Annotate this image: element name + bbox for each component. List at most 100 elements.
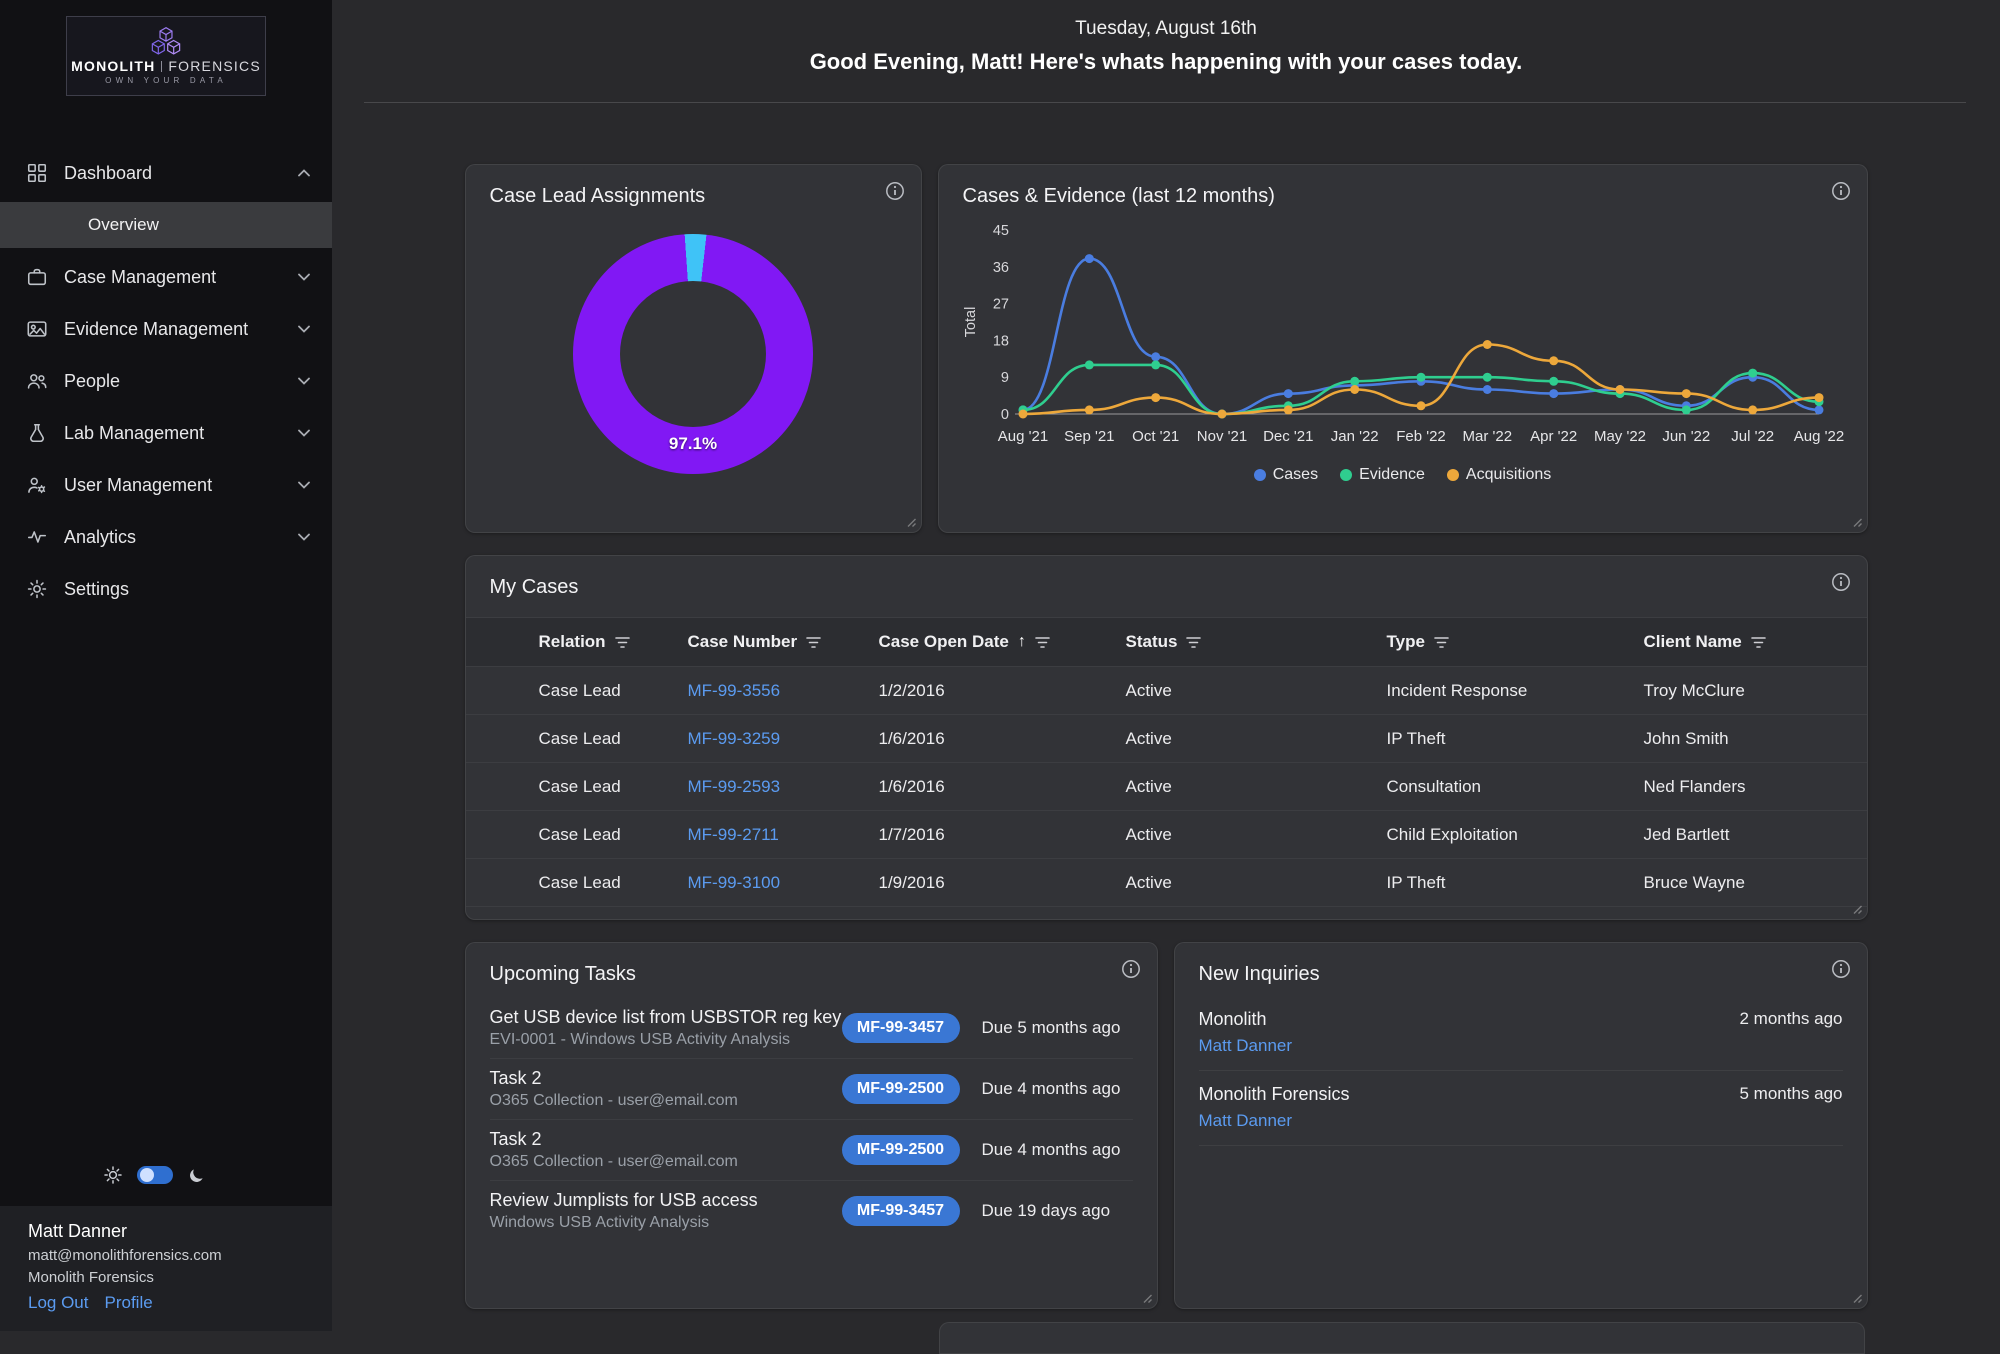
svg-text:Dec '21: Dec '21	[1263, 428, 1313, 445]
inquiry-time: 2 months ago	[1739, 1009, 1842, 1029]
profile-link[interactable]: Profile	[105, 1293, 153, 1313]
case-number-link[interactable]: MF-99-3100	[688, 873, 879, 893]
table-row[interactable]: Case Lead MF-99-3100 1/9/2016 Active IP …	[466, 859, 1867, 907]
filter-icon	[1434, 636, 1449, 649]
donut-chart[interactable]: 97.1%	[573, 234, 813, 474]
sidebar-item-lab-management[interactable]: Lab Management	[0, 410, 332, 456]
sidebar-item-label: Settings	[64, 579, 129, 600]
case-number-link[interactable]: MF-99-2711	[688, 825, 879, 845]
cell-type: Consultation	[1387, 777, 1644, 797]
info-icon[interactable]	[1121, 959, 1141, 979]
case-badge[interactable]: MF-99-2500	[842, 1074, 960, 1104]
info-icon[interactable]	[1831, 572, 1851, 592]
task-subtitle: EVI-0001 - Windows USB Activity Analysis	[490, 1031, 842, 1049]
cell-open-date: 1/6/2016	[879, 729, 1126, 749]
legend-item-evidence[interactable]: Evidence	[1340, 466, 1425, 484]
card-title: Upcoming Tasks	[466, 943, 1157, 986]
cell-open-date: 1/2/2016	[879, 681, 1126, 701]
sidebar-item-label: People	[64, 371, 120, 392]
sidebar-item-analytics[interactable]: Analytics	[0, 514, 332, 560]
info-icon[interactable]	[1831, 181, 1851, 201]
case-badge[interactable]: MF-99-3457	[842, 1013, 960, 1043]
column-header-type[interactable]: Type	[1387, 632, 1644, 652]
svg-text:Feb '22: Feb '22	[1396, 428, 1446, 445]
resize-grip-icon[interactable]	[1849, 514, 1863, 528]
sidebar-item-user-management[interactable]: User Management	[0, 462, 332, 508]
table-row[interactable]: Case Lead MF-99-2593 1/6/2016 Active Con…	[466, 763, 1867, 811]
sidebar-item-overview[interactable]: Overview	[0, 202, 332, 248]
user-email: matt@monolithforensics.com	[28, 1247, 304, 1264]
svg-text:36: 36	[992, 260, 1008, 276]
cell-client: Ned Flanders	[1644, 777, 1869, 797]
sidebar-item-settings[interactable]: Settings	[0, 566, 332, 612]
donut-percentage-label: 97.1%	[669, 434, 717, 454]
case-number-link[interactable]: MF-99-2593	[688, 777, 879, 797]
column-header-case-open-date[interactable]: Case Open Date↑	[879, 632, 1126, 652]
legend-item-cases[interactable]: Cases	[1254, 466, 1318, 484]
resize-grip-icon[interactable]	[1849, 901, 1863, 915]
theme-toggle[interactable]	[137, 1166, 173, 1184]
column-header-status[interactable]: Status	[1126, 632, 1387, 652]
svg-text:Total: Total	[963, 307, 979, 338]
briefcase-icon	[26, 266, 48, 288]
resize-grip-icon[interactable]	[903, 514, 917, 528]
inquiry-list: Monolith Matt Danner 2 months ago Monoli…	[1199, 996, 1843, 1146]
logout-link[interactable]: Log Out	[28, 1293, 89, 1313]
sidebar-bottom: Matt Danner matt@monolithforensics.com M…	[0, 1166, 332, 1331]
cell-relation: Case Lead	[539, 873, 688, 893]
task-row: Task 2 O365 Collection - user@email.com …	[490, 1120, 1133, 1181]
grid-icon	[26, 162, 48, 184]
table-row[interactable]: Case Lead MF-99-3556 1/2/2016 Active Inc…	[466, 667, 1867, 715]
cell-type: Child Exploitation	[1387, 825, 1644, 845]
resize-grip-icon[interactable]	[1849, 1290, 1863, 1304]
brand-tagline: OWN YOUR DATA	[105, 76, 227, 85]
cell-status: Active	[1126, 729, 1387, 749]
main-content: Tuesday, August 16th Good Evening, Matt!…	[332, 0, 2000, 1354]
filter-icon	[806, 636, 821, 649]
column-header-case-number[interactable]: Case Number	[688, 632, 879, 652]
inquiry-contact-link[interactable]: Matt Danner	[1199, 1036, 1293, 1056]
cell-status: Active	[1126, 777, 1387, 797]
cell-client: John Smith	[1644, 729, 1869, 749]
pulse-icon	[26, 526, 48, 548]
sidebar-item-evidence-management[interactable]: Evidence Management	[0, 306, 332, 352]
inquiry-time: 5 months ago	[1739, 1084, 1842, 1104]
line-chart: 0918273645TotalAug '21Sep '21Oct '21Nov …	[959, 214, 1845, 466]
svg-text:Sep '21: Sep '21	[1064, 428, 1114, 445]
case-badge[interactable]: MF-99-3457	[842, 1196, 960, 1226]
case-number-link[interactable]: MF-99-3556	[688, 681, 879, 701]
greeting-text: Good Evening, Matt! Here's whats happeni…	[332, 49, 2000, 75]
resize-grip-icon[interactable]	[1139, 1290, 1153, 1304]
card-title: My Cases	[466, 556, 1867, 599]
sidebar-item-case-management[interactable]: Case Management	[0, 254, 332, 300]
user-name: Matt Danner	[28, 1221, 304, 1242]
sidebar: MONOLITHFORENSICS OWN YOUR DATA Dashboar…	[0, 0, 332, 1331]
filter-icon	[615, 636, 630, 649]
info-icon[interactable]	[1831, 959, 1851, 979]
column-header-client-name[interactable]: Client Name	[1644, 632, 1869, 652]
task-title: Get USB device list from USBSTOR reg key	[490, 1007, 842, 1028]
cell-open-date: 1/7/2016	[879, 825, 1126, 845]
table-row[interactable]: Case Lead MF-99-3259 1/6/2016 Active IP …	[466, 715, 1867, 763]
inquiry-contact-link[interactable]: Matt Danner	[1199, 1111, 1350, 1131]
card-title: Cases & Evidence (last 12 months)	[939, 165, 1867, 208]
sidebar-item-label: Dashboard	[64, 163, 152, 184]
inquiry-row: Monolith Forensics Matt Danner 5 months …	[1199, 1071, 1843, 1146]
sidebar-item-label: Case Management	[64, 267, 216, 288]
legend-item-acquisitions[interactable]: Acquisitions	[1447, 466, 1551, 484]
case-badge[interactable]: MF-99-2500	[842, 1135, 960, 1165]
card-cases-evidence-trend: Cases & Evidence (last 12 months) 091827…	[938, 164, 1868, 533]
cell-type: IP Theft	[1387, 873, 1644, 893]
sidebar-item-dashboard[interactable]: Dashboard	[0, 150, 332, 196]
task-subtitle: O365 Collection - user@email.com	[490, 1092, 842, 1110]
column-header-relation[interactable]: Relation	[539, 632, 688, 652]
moon-icon	[188, 1167, 205, 1184]
sidebar-item-people[interactable]: People	[0, 358, 332, 404]
case-number-link[interactable]: MF-99-3259	[688, 729, 879, 749]
inquiry-name: Monolith	[1199, 1009, 1293, 1030]
card-my-cases: My Cases Relation Case Number Case Open …	[465, 555, 1868, 920]
chevron-down-icon	[298, 273, 310, 281]
table-row[interactable]: Case Lead MF-99-2711 1/7/2016 Active Chi…	[466, 811, 1867, 859]
info-icon[interactable]	[885, 181, 905, 201]
svg-text:Aug '21: Aug '21	[997, 428, 1047, 445]
